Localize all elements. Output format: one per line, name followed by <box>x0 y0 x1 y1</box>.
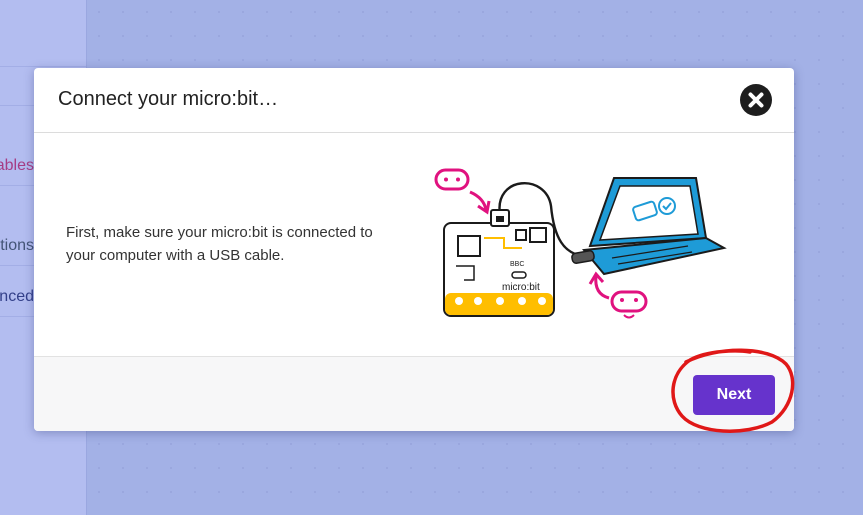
board-badge: BBC <box>510 261 524 268</box>
dialog-title: Connect your micro:bit… <box>58 88 279 110</box>
dialog-footer: Next <box>34 356 794 431</box>
close-button[interactable] <box>740 84 772 116</box>
laptop-icon <box>582 177 727 276</box>
character-right-icon <box>588 271 648 319</box>
dialog-header: Connect your micro:bit… <box>34 68 794 133</box>
close-icon <box>748 92 764 108</box>
board-label: micro:bit <box>502 282 540 293</box>
sidebar-item-label: Variables <box>0 157 34 174</box>
sidebar-item-label: Functions <box>0 237 34 254</box>
connect-dialog: Connect your micro:bit… First, make sure… <box>34 68 794 431</box>
microbit-usb-illustration: BBC micro:bit <box>434 168 727 319</box>
character-left-icon <box>434 168 491 215</box>
sidebar-item-label: Advanced <box>0 288 34 305</box>
next-button[interactable]: Next <box>693 375 775 415</box>
microbit-board-icon: BBC micro:bit <box>443 209 555 317</box>
sidebar-item-blank <box>0 28 86 67</box>
instruction-text: First, make sure your micro:bit is conne… <box>66 224 373 264</box>
dialog-body: First, make sure your micro:bit is conne… <box>34 133 794 356</box>
